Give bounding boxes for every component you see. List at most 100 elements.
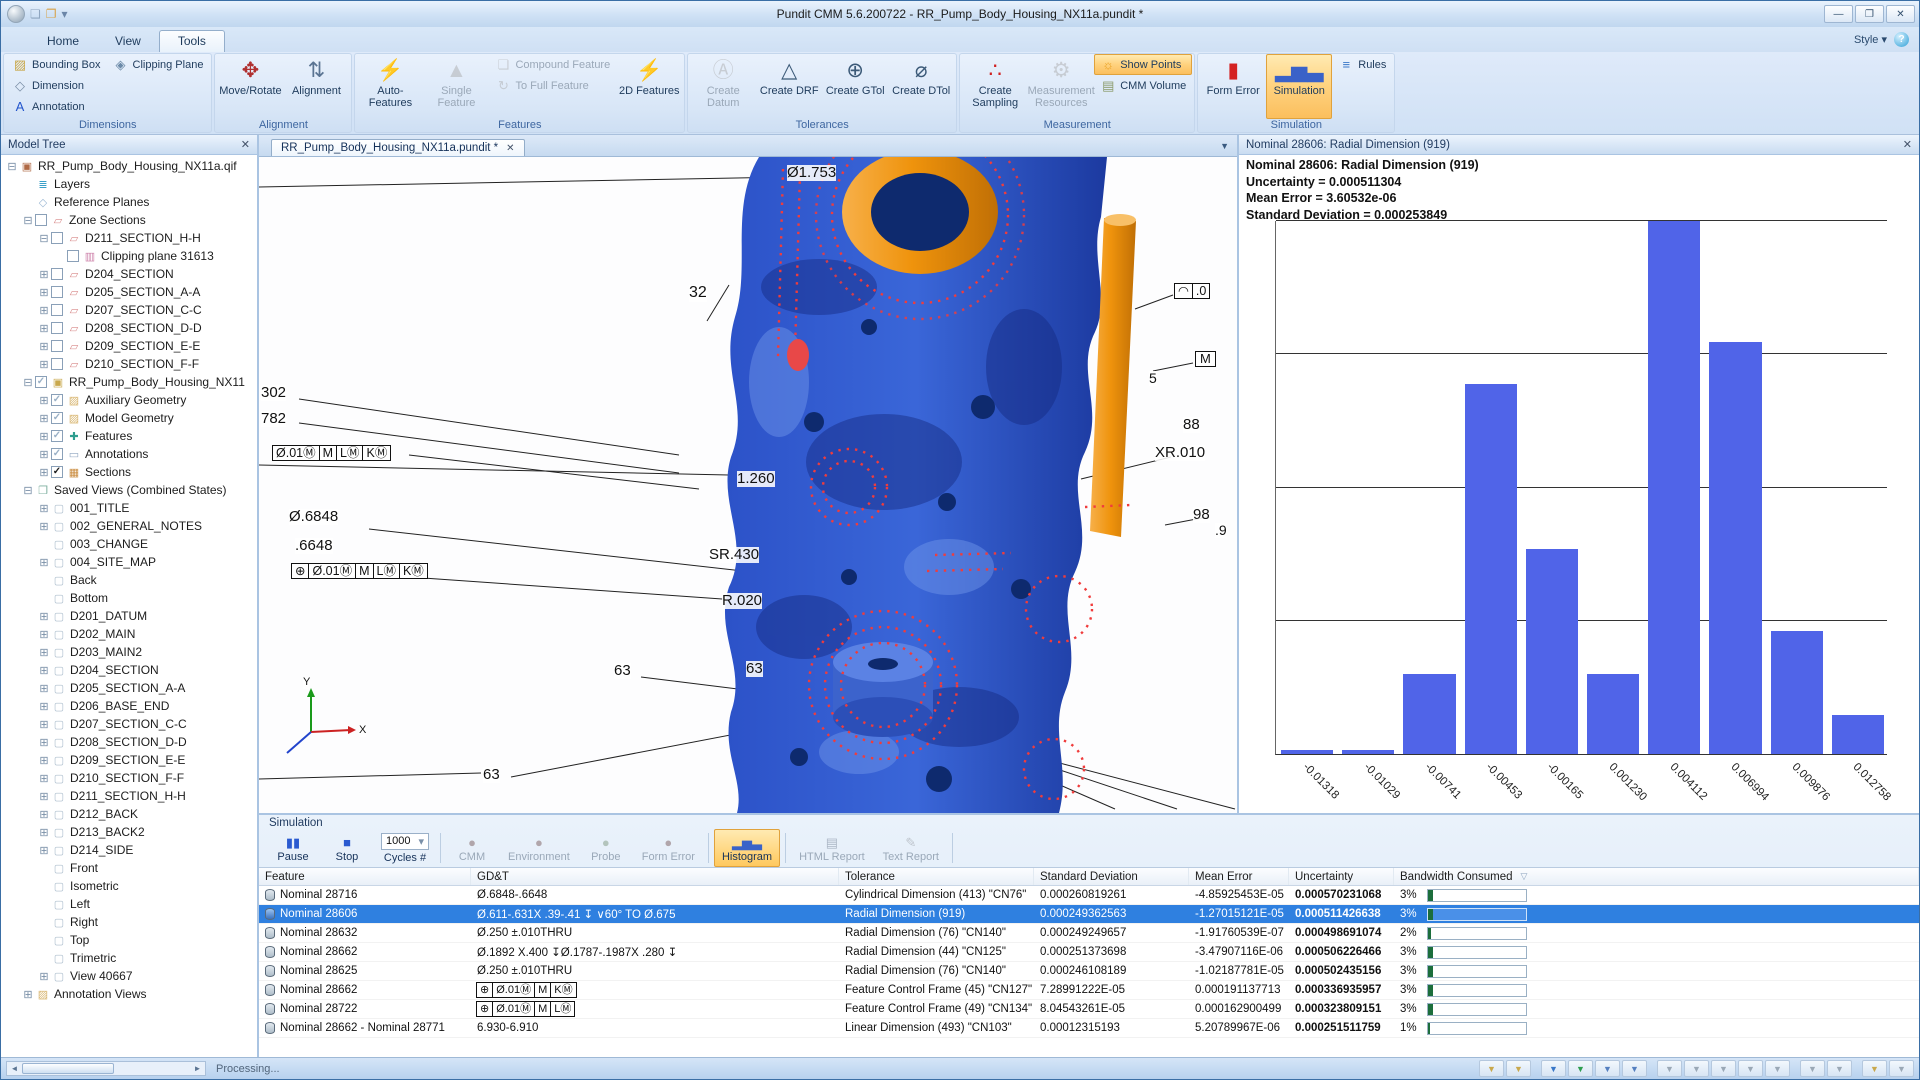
table-row[interactable]: Nominal 28606 Ø.611-.631X .39-.41 ↧ ∨60° … <box>259 905 1919 924</box>
tree-item-top[interactable]: ▢ Top <box>1 931 257 949</box>
tree-checkbox[interactable] <box>51 268 63 280</box>
expand-icon[interactable]: ⊞ <box>37 664 51 677</box>
cycles-combobox[interactable]: 1000 ▾ <box>381 832 429 850</box>
expand-icon[interactable]: ⊞ <box>37 322 51 335</box>
scroll-right-icon[interactable]: ► <box>190 1064 205 1073</box>
tree-checkbox[interactable] <box>51 304 63 316</box>
column-header-uncertainty[interactable]: Uncertainty <box>1289 868 1394 885</box>
expand-icon[interactable]: ⊞ <box>37 718 51 731</box>
expand-icon[interactable]: ⊞ <box>37 394 51 407</box>
column-header-mean-error[interactable]: Mean Error <box>1189 868 1289 885</box>
qat-caret-icon[interactable]: ▾ <box>62 7 68 21</box>
expand-icon[interactable]: ⊞ <box>37 754 51 767</box>
dimension-button[interactable]: ◇ Dimension <box>6 75 107 96</box>
tree-item-right[interactable]: ▢ Right <box>1 913 257 931</box>
curve-filter-icon[interactable]: ▼ <box>1568 1060 1593 1077</box>
tree-item-d214-side[interactable]: ⊞ ▢ D214_SIDE <box>1 841 257 859</box>
column-header-feature[interactable]: Feature <box>259 868 471 885</box>
tree-item-reference-planes[interactable]: ◇ Reference Planes <box>1 193 257 211</box>
tree-item-layers[interactable]: ≣ Layers <box>1 175 257 193</box>
tree-item-model-geometry[interactable]: ⊞ ✓ ▨ Model Geometry <box>1 409 257 427</box>
tree-checkbox[interactable] <box>67 250 79 262</box>
tree-item-d204-section[interactable]: ⊞ ▱ D204_SECTION <box>1 265 257 283</box>
tree-item-d205-section-a-a[interactable]: ⊞ ▢ D205_SECTION_A-A <box>1 679 257 697</box>
tree-checkbox[interactable] <box>35 214 47 226</box>
tree-item-d207-section-c-c[interactable]: ⊞ ▢ D207_SECTION_C-C <box>1 715 257 733</box>
collapse-icon[interactable]: ⊟ <box>21 214 35 227</box>
tree-item-sections[interactable]: ⊞ ✓ ▦ Sections <box>1 463 257 481</box>
auto-features-button[interactable]: ⚡ Auto-Features <box>357 54 423 119</box>
cloud-filter-icon[interactable]: ▼ <box>1827 1060 1852 1077</box>
expand-icon[interactable]: ⊞ <box>37 340 51 353</box>
tree-item-d211-section-h-h[interactable]: ⊞ ▢ D211_SECTION_H-H <box>1 787 257 805</box>
tree-item-d210-section-f-f[interactable]: ⊞ ▱ D210_SECTION_F-F <box>1 355 257 373</box>
expand-icon[interactable]: ⊞ <box>37 970 51 983</box>
expand-icon[interactable]: ⊞ <box>37 286 51 299</box>
point-filter-icon[interactable]: ▼ <box>1595 1060 1620 1077</box>
expand-icon[interactable]: ⊞ <box>37 358 51 371</box>
histogram-button[interactable]: ▂▅▃ Histogram <box>713 829 781 867</box>
tree-item-d212-back[interactable]: ⊞ ▢ D212_BACK <box>1 805 257 823</box>
table-row[interactable]: Nominal 28722 ⊕ Ø.01Ⓜ M LⓂ Feature Control Fr… <box>259 1000 1919 1019</box>
tree-item-view-40667[interactable]: ⊞ ▢ View 40667 <box>1 967 257 985</box>
3d-viewport[interactable]: Ø1.753 32 1.260 SR.430 R.020 63 63 63 302 782 Ø.68… <box>259 157 1237 813</box>
create-drf-button[interactable]: △ Create DRF <box>756 54 822 119</box>
tree-checkbox[interactable]: ✓ <box>51 430 63 442</box>
help-icon[interactable]: ? <box>1894 32 1909 47</box>
expand-icon[interactable]: ⊞ <box>37 736 51 749</box>
document-filter-icon[interactable]: ▼ <box>1479 1060 1504 1077</box>
tree-item-zone-sections[interactable]: ⊟ ▱ Zone Sections <box>1 211 257 229</box>
axis-filter-icon[interactable]: ▼ <box>1738 1060 1763 1077</box>
document-tab[interactable]: RR_Pump_Body_Housing_NX11a.pundit * ✕ <box>271 139 525 156</box>
expand-icon[interactable]: ⊞ <box>37 808 51 821</box>
tree-item-trimetric[interactable]: ▢ Trimetric <box>1 949 257 967</box>
tree-item-annotations[interactable]: ⊞ ✓ ▭ Annotations <box>1 445 257 463</box>
tree-item-left[interactable]: ▢ Left <box>1 895 257 913</box>
filter-icon[interactable]: ▽ <box>1521 871 1528 882</box>
app-logo-icon[interactable] <box>7 5 25 23</box>
cmm-volume-button[interactable]: ▤ CMM Volume <box>1094 75 1192 96</box>
tree-item-d209-section-e-e[interactable]: ⊞ ▱ D209_SECTION_E-E <box>1 337 257 355</box>
face-filter-icon[interactable]: ▼ <box>1657 1060 1682 1077</box>
expand-icon[interactable]: ⊞ <box>37 556 51 569</box>
scroll-left-icon[interactable]: ◄ <box>7 1064 22 1073</box>
create-sampling-button[interactable]: ∴ Create Sampling <box>962 54 1028 119</box>
tree-item-back[interactable]: ▢ Back <box>1 571 257 589</box>
show-points-button[interactable]: ☼ Show Points <box>1094 54 1193 75</box>
tree-item-saved-views-combined-states-[interactable]: ⊟ ❐ Saved Views (Combined States) <box>1 481 257 499</box>
expand-icon[interactable]: ⊞ <box>37 826 51 839</box>
tree-item-auxiliary-geometry[interactable]: ⊞ ✓ ▨ Auxiliary Geometry <box>1 391 257 409</box>
expand-icon[interactable]: ⊞ <box>37 520 51 533</box>
expand-icon[interactable]: ⊞ <box>37 790 51 803</box>
style-dropdown[interactable]: Style ▾ <box>1854 33 1887 46</box>
tree-item-annotation-views[interactable]: ⊞ ▨ Annotation Views <box>1 985 257 1003</box>
pause-button[interactable]: ▮▮ Pause <box>267 829 319 867</box>
vector-filter-icon[interactable]: ▼ <box>1622 1060 1647 1077</box>
tree-horizontal-scrollbar[interactable]: ◄ ► <box>6 1061 206 1076</box>
expand-icon[interactable]: ⊞ <box>37 448 51 461</box>
move-rotate-button[interactable]: ✥ Move/Rotate <box>217 54 283 119</box>
alignment-button[interactable]: ⇅ Alignment <box>283 54 349 119</box>
scatter-filter-icon[interactable]: ▼ <box>1800 1060 1825 1077</box>
tree-item-001-title[interactable]: ⊞ ▢ 001_TITLE <box>1 499 257 517</box>
tree-checkbox[interactable] <box>51 286 63 298</box>
tree-checkbox[interactable]: ✓ <box>35 376 47 388</box>
scrollbar-thumb[interactable] <box>22 1063 114 1074</box>
part-filter-icon[interactable]: ▼ <box>1889 1060 1914 1077</box>
tree-item-clipping-plane-31613[interactable]: ▥ Clipping plane 31613 <box>1 247 257 265</box>
tab-list-caret-icon[interactable]: ▼ <box>1220 141 1229 151</box>
rules-button[interactable]: ≡ Rules <box>1332 54 1392 75</box>
document-tab-close-icon[interactable]: ✕ <box>506 143 514 154</box>
tree-item-002-general-notes[interactable]: ⊞ ▢ 002_GENERAL_NOTES <box>1 517 257 535</box>
histogram-panel-close-icon[interactable]: ✕ <box>1903 138 1912 151</box>
tree-item-d209-section-e-e[interactable]: ⊞ ▢ D209_SECTION_E-E <box>1 751 257 769</box>
tree-item-isometric[interactable]: ▢ Isometric <box>1 877 257 895</box>
tree-item-d205-section-a-a[interactable]: ⊞ ▱ D205_SECTION_A-A <box>1 283 257 301</box>
tree-item-d211-section-h-h[interactable]: ⊟ ▱ D211_SECTION_H-H <box>1 229 257 247</box>
expand-icon[interactable]: ⊞ <box>37 304 51 317</box>
tree-item-rr-pump-body-housing-nx11[interactable]: ⊟ ✓ ▣ RR_Pump_Body_Housing_NX11 <box>1 373 257 391</box>
collapse-icon[interactable]: ⊟ <box>37 232 51 245</box>
clipping-plane-button[interactable]: ◈ Clipping Plane <box>107 54 210 75</box>
rotate-filter-icon[interactable]: ▼ <box>1541 1060 1566 1077</box>
annotation-filter-icon[interactable]: ▼ <box>1862 1060 1887 1077</box>
